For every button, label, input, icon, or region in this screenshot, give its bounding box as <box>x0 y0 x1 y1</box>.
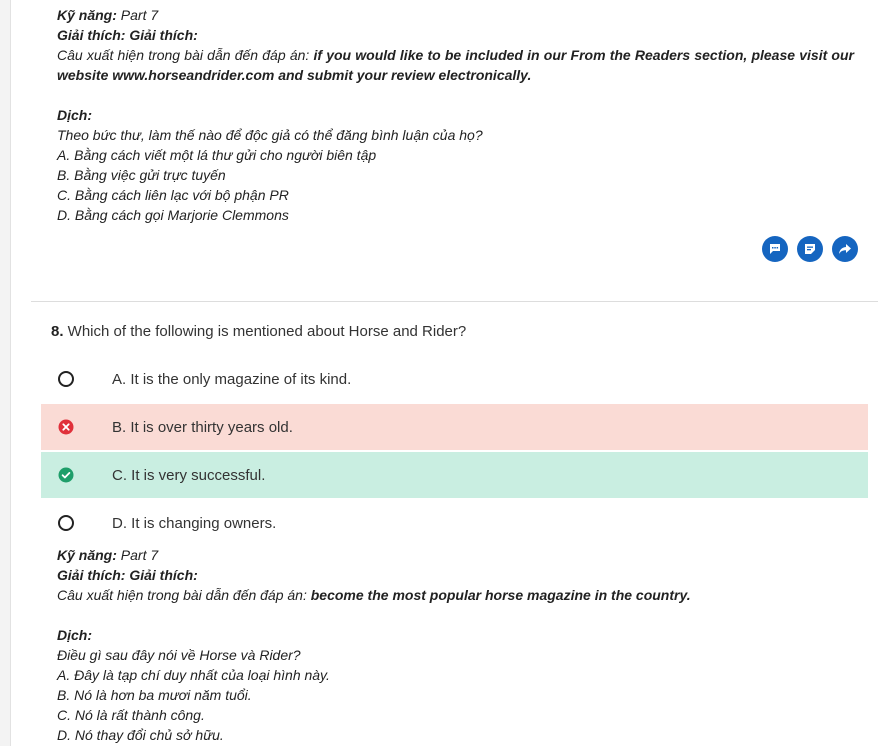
question-number: 8. <box>51 323 64 340</box>
translation-label: Dịch: <box>57 627 92 643</box>
translation-line: D. Nó thay đổi chủ sở hữu. <box>57 727 224 743</box>
evidence-prefix: Câu xuất hiện trong bài dẫn đến đáp án: <box>57 47 314 63</box>
translation-label: Dịch: <box>57 107 92 123</box>
skill-line: Kỹ năng: Part 7 <box>57 545 854 565</box>
translation-heading: Dịch: <box>57 105 854 125</box>
evidence-line: Câu xuất hiện trong bài dẫn đến đáp án: … <box>57 45 854 85</box>
skill-label: Kỹ năng: <box>57 547 117 563</box>
explain-line: Giải thích: Giải thích: <box>57 25 854 45</box>
question-divider <box>31 301 878 302</box>
option-label: A. It is the only magazine of its kind. <box>112 370 352 388</box>
skill-label: Kỹ năng: <box>57 7 117 23</box>
explain-line: Giải thích: Giải thích: <box>57 565 854 585</box>
option-b-wrong[interactable]: B. It is over thirty years old. <box>41 404 868 450</box>
translation-line: C. Nó là rất thành công. <box>57 707 205 723</box>
share-icon[interactable] <box>832 236 858 262</box>
translation-line: A. Đây là tạp chí duy nhất của loại hình… <box>57 667 330 683</box>
evidence-prefix: Câu xuất hiện trong bài dẫn đến đáp án: <box>57 587 311 603</box>
question-title: 8. Which of the following is mentioned a… <box>51 323 466 340</box>
translation-heading: Dịch: <box>57 625 854 645</box>
correct-answer-icon <box>58 467 74 483</box>
explain-label: Giải thích: Giải thích: <box>57 567 198 583</box>
skill-line: Kỹ năng: Part 7 <box>57 5 854 25</box>
skill-value: Part 7 <box>116 7 159 23</box>
left-gutter <box>0 0 11 746</box>
option-c-correct[interactable]: C. It is very successful. <box>41 452 868 498</box>
q7-explanation: Kỹ năng: Part 7 Giải thích: Giải thích: … <box>57 5 854 225</box>
action-bar <box>762 236 858 262</box>
option-label: C. It is very successful. <box>112 466 266 484</box>
q8-explanation: Kỹ năng: Part 7 Giải thích: Giải thích: … <box>57 545 854 745</box>
translation-line: Theo bức thư, làm thế nào để độc giả có … <box>57 127 483 143</box>
translation-line: D. Bằng cách gọi Marjorie Clemmons <box>57 207 289 223</box>
translation-line: C. Bằng cách liên lạc với bộ phận PR <box>57 187 289 203</box>
note-icon[interactable] <box>797 236 823 262</box>
option-d[interactable]: D. It is changing owners. <box>41 500 868 546</box>
evidence-text: become the most popular horse magazine i… <box>310 587 691 603</box>
radio-empty-icon <box>58 515 74 531</box>
wrong-answer-icon <box>58 419 74 435</box>
translation-line: B. Nó là hơn ba mươi năm tuổi. <box>57 687 252 703</box>
comment-icon[interactable] <box>762 236 788 262</box>
evidence-line: Câu xuất hiện trong bài dẫn đến đáp án: … <box>57 585 854 605</box>
translation-line: B. Bằng việc gửi trực tuyến <box>57 167 226 183</box>
explain-label: Giải thích: Giải thích: <box>57 27 198 43</box>
option-label: D. It is changing owners. <box>112 514 277 532</box>
translation-line: A. Bằng cách viết một lá thư gửi cho ngư… <box>57 147 377 163</box>
question-text: Which of the following is mentioned abou… <box>63 323 467 340</box>
option-label: B. It is over thirty years old. <box>112 418 293 436</box>
option-a[interactable]: A. It is the only magazine of its kind. <box>41 356 868 402</box>
translation-line: Điều gì sau đây nói về Horse và Rider? <box>57 647 301 663</box>
radio-empty-icon <box>58 371 74 387</box>
skill-value: Part 7 <box>116 547 159 563</box>
